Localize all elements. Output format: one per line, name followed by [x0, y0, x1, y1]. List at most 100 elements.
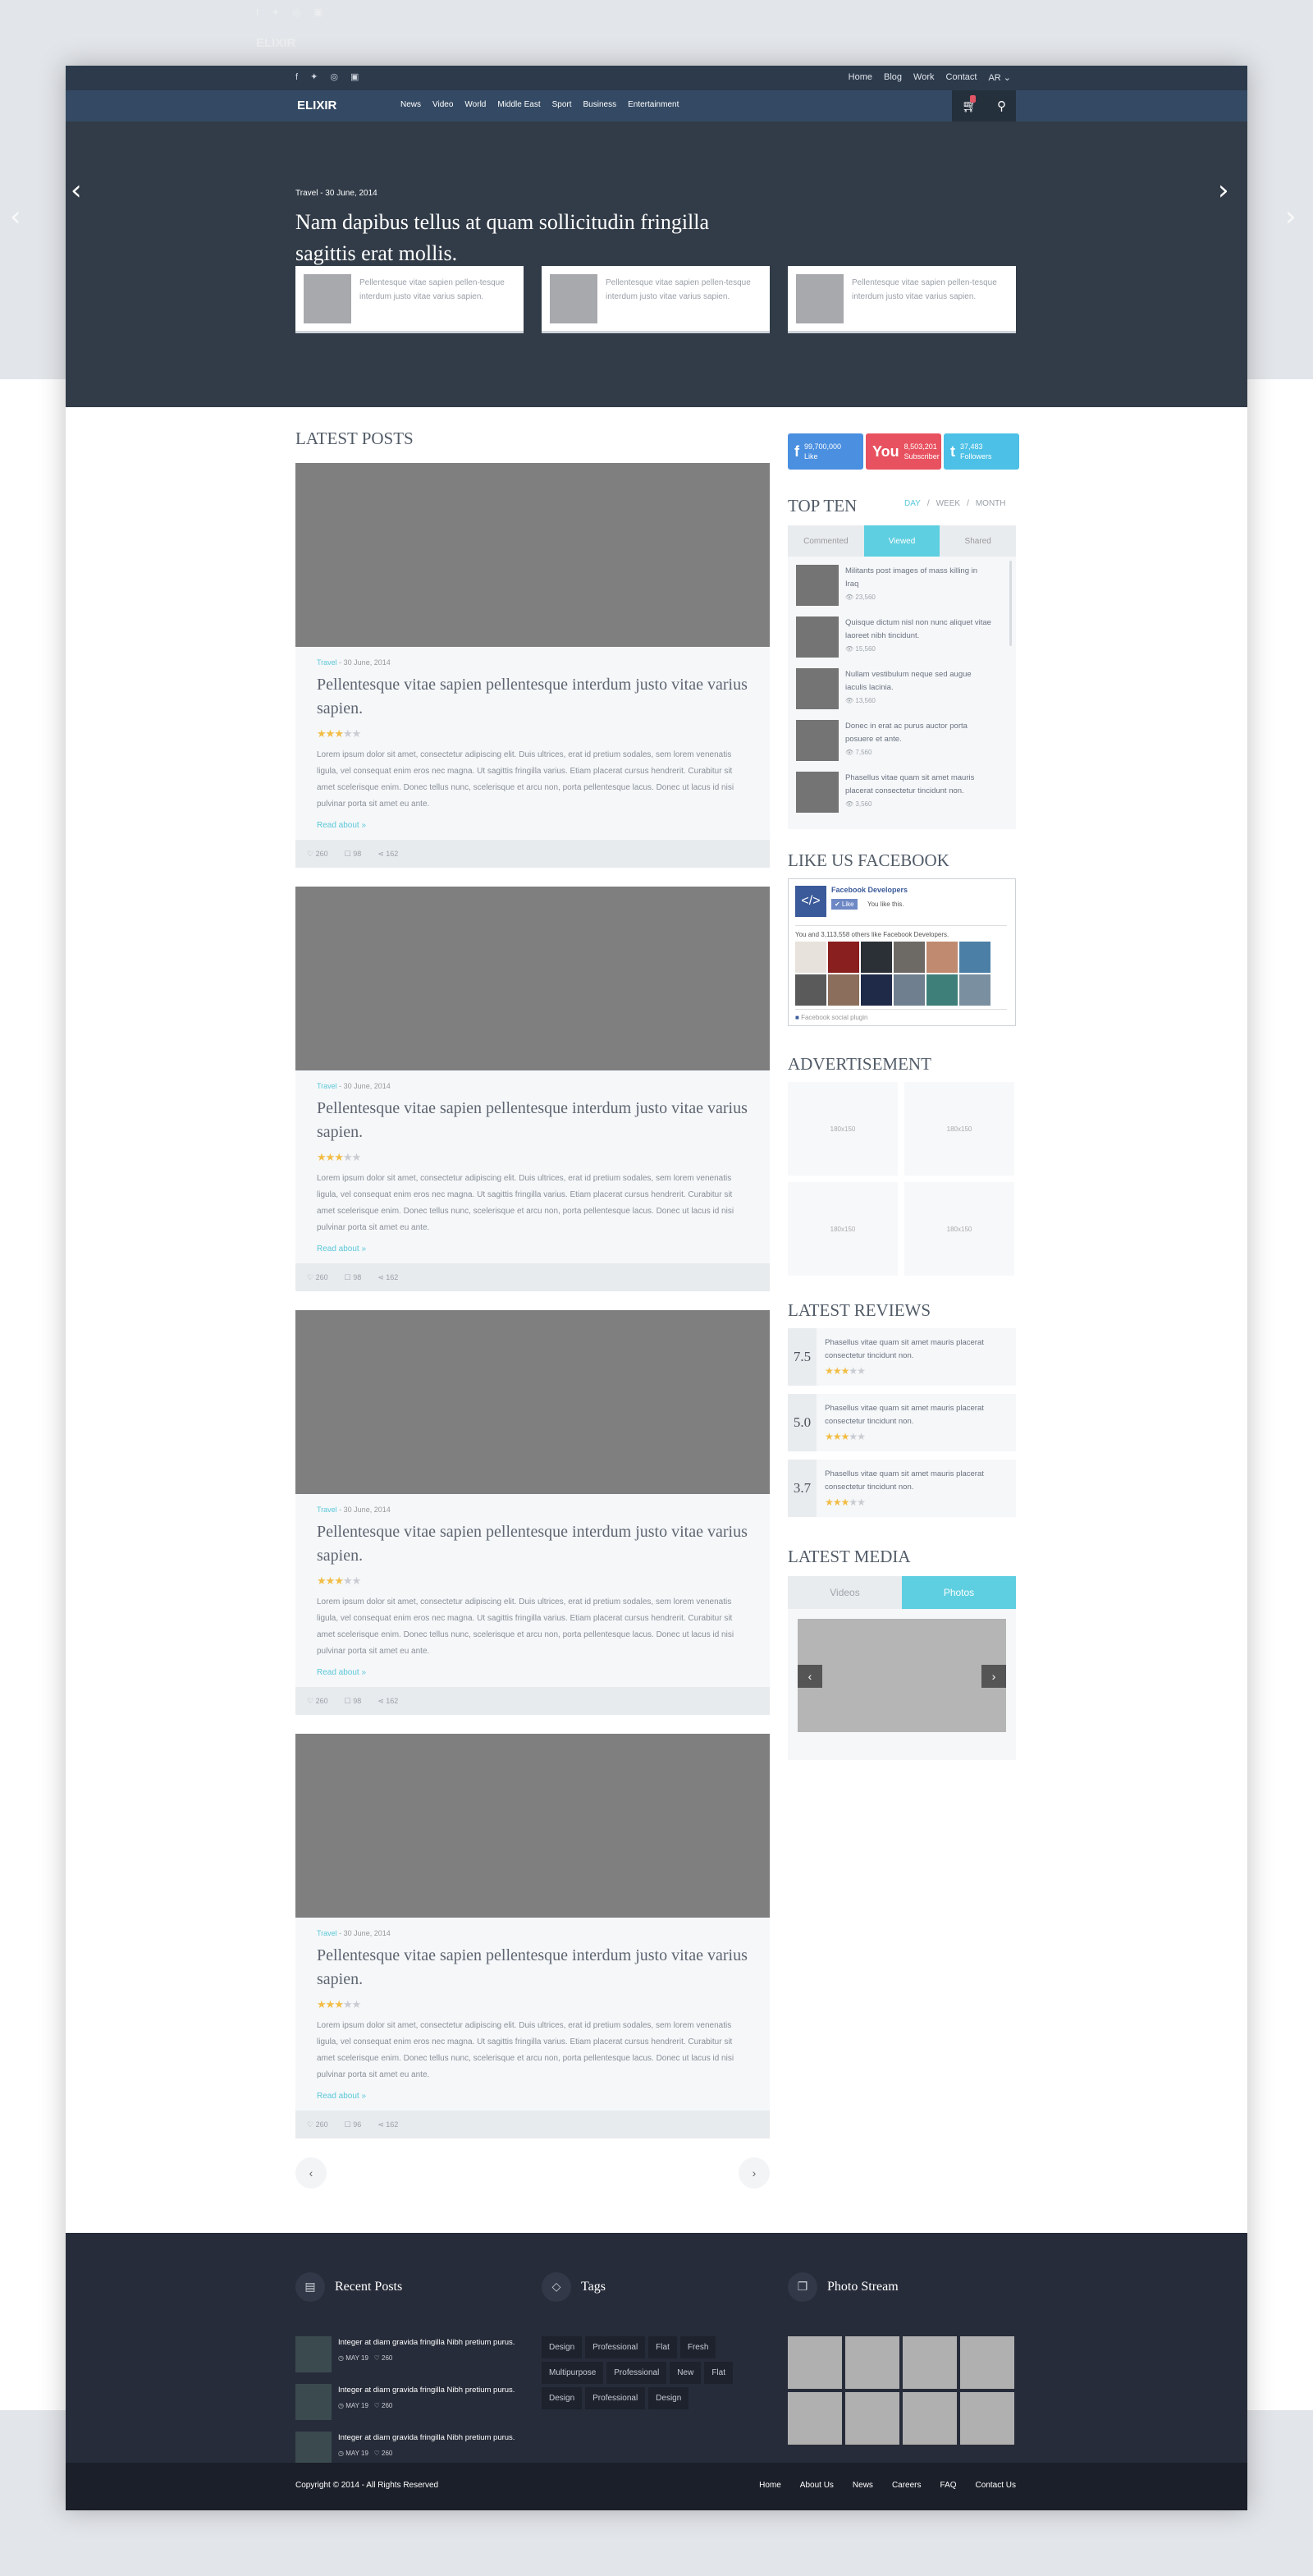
ad-slot[interactable]: 180x150: [904, 1082, 1014, 1176]
outer-prev-arrow-icon[interactable]: ‹: [10, 200, 21, 233]
hero-card[interactable]: Pellentesque vitae sapien pellen-tesque …: [542, 266, 770, 333]
tag[interactable]: Design: [648, 2387, 689, 2409]
tag[interactable]: Flat: [704, 2362, 733, 2384]
ad-slot[interactable]: 180x150: [788, 1182, 898, 1276]
likes-stat[interactable]: ♡ 260: [307, 1273, 328, 1282]
post-image[interactable]: [295, 1310, 770, 1494]
hero-card[interactable]: Pellentesque vitae sapien pellen-tesque …: [788, 266, 1016, 333]
facebook-fan-avatar[interactable]: [894, 942, 925, 973]
nav-video[interactable]: Video: [432, 100, 453, 109]
photo-thumb[interactable]: [960, 2392, 1014, 2445]
search-icon[interactable]: ⚲: [997, 99, 1006, 113]
facebook-page-name[interactable]: Facebook Developers: [831, 886, 908, 894]
social-counter[interactable]: You 8,503,201 Subscriber: [866, 433, 941, 470]
facebook-fan-avatar[interactable]: [861, 942, 892, 973]
facebook-fan-avatar[interactable]: [861, 974, 892, 1006]
top-link-contact[interactable]: Contact: [946, 72, 977, 83]
footer-link-about[interactable]: About Us: [800, 2481, 834, 2490]
tag[interactable]: Design: [542, 2387, 583, 2409]
photo-thumb[interactable]: [845, 2392, 899, 2445]
facebook-fan-avatar[interactable]: [926, 942, 958, 973]
top-link-blog[interactable]: Blog: [884, 72, 902, 83]
nav-business[interactable]: Business: [583, 100, 617, 109]
facebook-like-button[interactable]: ✔ Like: [831, 899, 858, 910]
recent-post[interactable]: Integer at diam gravida fringilla Nibh p…: [295, 2336, 525, 2372]
tag[interactable]: Professional: [585, 2387, 646, 2409]
tab-videos[interactable]: Videos: [788, 1576, 902, 1609]
top-ten-item[interactable]: Donec in erat ac purus auctor porta posu…: [796, 720, 1016, 772]
post-image[interactable]: [295, 463, 770, 647]
read-more-link[interactable]: Read about »: [317, 1244, 748, 1254]
shares-stat[interactable]: ⋖ 162: [377, 2120, 398, 2129]
nav-world[interactable]: World: [464, 100, 486, 109]
prev-page-button[interactable]: ‹: [295, 2157, 327, 2189]
ad-slot[interactable]: 180x150: [904, 1182, 1014, 1276]
post-title[interactable]: Pellentesque vitae sapien pellentesque i…: [317, 1944, 748, 1992]
hero-title[interactable]: Nam dapibus tellus at quam sollicitudin …: [295, 207, 755, 269]
read-more-link[interactable]: Read about »: [317, 2092, 748, 2101]
facebook-fan-avatar[interactable]: [894, 974, 925, 1006]
recent-post[interactable]: Integer at diam gravida fringilla Nibh p…: [295, 2384, 525, 2420]
post-category[interactable]: Travel: [317, 1506, 337, 1514]
period-day[interactable]: DAY: [904, 499, 921, 508]
top-link-home[interactable]: Home: [849, 72, 872, 83]
media-next-button[interactable]: ›: [981, 1665, 1006, 1688]
hero-card[interactable]: Pellentesque vitae sapien pellen-tesque …: [295, 266, 524, 333]
footer-link-news[interactable]: News: [853, 2481, 873, 2490]
read-more-link[interactable]: Read about »: [317, 821, 748, 830]
post-image[interactable]: [295, 887, 770, 1070]
photo-thumb[interactable]: [903, 2336, 957, 2389]
facebook-fan-avatar[interactable]: [795, 974, 826, 1006]
ad-slot[interactable]: 180x150: [788, 1082, 898, 1176]
tab-shared[interactable]: Shared: [940, 525, 1016, 557]
comments-stat[interactable]: ☐ 98: [345, 850, 362, 859]
tag[interactable]: Flat: [648, 2336, 677, 2358]
photo-thumb[interactable]: [788, 2336, 842, 2389]
tag[interactable]: Professional: [585, 2336, 646, 2358]
social-icons[interactable]: f ✦ ◎ ▣: [295, 71, 364, 82]
facebook-fan-avatar[interactable]: [959, 942, 990, 973]
language-select[interactable]: AR ⌄: [988, 72, 1011, 83]
period-week[interactable]: WEEK: [936, 499, 960, 508]
facebook-fan-avatar[interactable]: [828, 974, 859, 1006]
outer-next-arrow-icon[interactable]: ›: [1285, 200, 1297, 233]
photo-thumb[interactable]: [845, 2336, 899, 2389]
top-ten-item[interactable]: Quisque dictum nisl non nunc aliquet vit…: [796, 616, 1016, 668]
top-link-work[interactable]: Work: [913, 72, 934, 83]
facebook-fan-avatar[interactable]: [959, 974, 990, 1006]
photo-thumb[interactable]: [788, 2392, 842, 2445]
nav-news[interactable]: News: [400, 100, 421, 109]
footer-link-careers[interactable]: Careers: [892, 2481, 922, 2490]
hero-next-arrow-icon[interactable]: ›: [1218, 174, 1229, 207]
tab-viewed[interactable]: Viewed: [863, 525, 940, 557]
post-category[interactable]: Travel: [317, 1082, 337, 1090]
social-counter[interactable]: t 37,483 Followers: [944, 433, 1019, 470]
hero-prev-arrow-icon[interactable]: ‹: [71, 174, 82, 207]
footer-link-faq[interactable]: FAQ: [940, 2481, 957, 2490]
tag[interactable]: Design: [542, 2336, 583, 2358]
post-title[interactable]: Pellentesque vitae sapien pellentesque i…: [317, 1520, 748, 1568]
tag[interactable]: New: [670, 2362, 702, 2384]
shares-stat[interactable]: ⋖ 162: [377, 850, 398, 859]
period-month[interactable]: MONTH: [976, 499, 1006, 508]
review-item[interactable]: 5.0 Phasellus vitae quam sit amet mauris …: [788, 1394, 1016, 1451]
top-ten-item[interactable]: Nullam vestibulum neque sed augue iaculi…: [796, 668, 1016, 720]
top-ten-scrollbar[interactable]: [1009, 561, 1012, 646]
comments-stat[interactable]: ☐ 98: [345, 1273, 362, 1282]
comments-stat[interactable]: ☐ 98: [345, 1697, 362, 1706]
likes-stat[interactable]: ♡ 260: [307, 2120, 328, 2129]
review-item[interactable]: 3.7 Phasellus vitae quam sit amet mauris …: [788, 1460, 1016, 1517]
facebook-fan-avatar[interactable]: [828, 942, 859, 973]
tag[interactable]: Fresh: [679, 2336, 716, 2358]
likes-stat[interactable]: ♡ 260: [307, 1697, 328, 1706]
next-page-button[interactable]: ›: [739, 2157, 770, 2189]
tab-photos[interactable]: Photos: [902, 1576, 1016, 1609]
review-item[interactable]: 7.5 Phasellus vitae quam sit amet mauris …: [788, 1328, 1016, 1386]
footer-link-home[interactable]: Home: [759, 2481, 781, 2490]
post-category[interactable]: Travel: [317, 1929, 337, 1937]
footer-link-contact[interactable]: Contact Us: [976, 2481, 1016, 2490]
post-title[interactable]: Pellentesque vitae sapien pellentesque i…: [317, 673, 748, 721]
nav-sport[interactable]: Sport: [552, 100, 572, 109]
photo-thumb[interactable]: [960, 2336, 1014, 2389]
nav-entertainment[interactable]: Entertainment: [628, 100, 679, 109]
